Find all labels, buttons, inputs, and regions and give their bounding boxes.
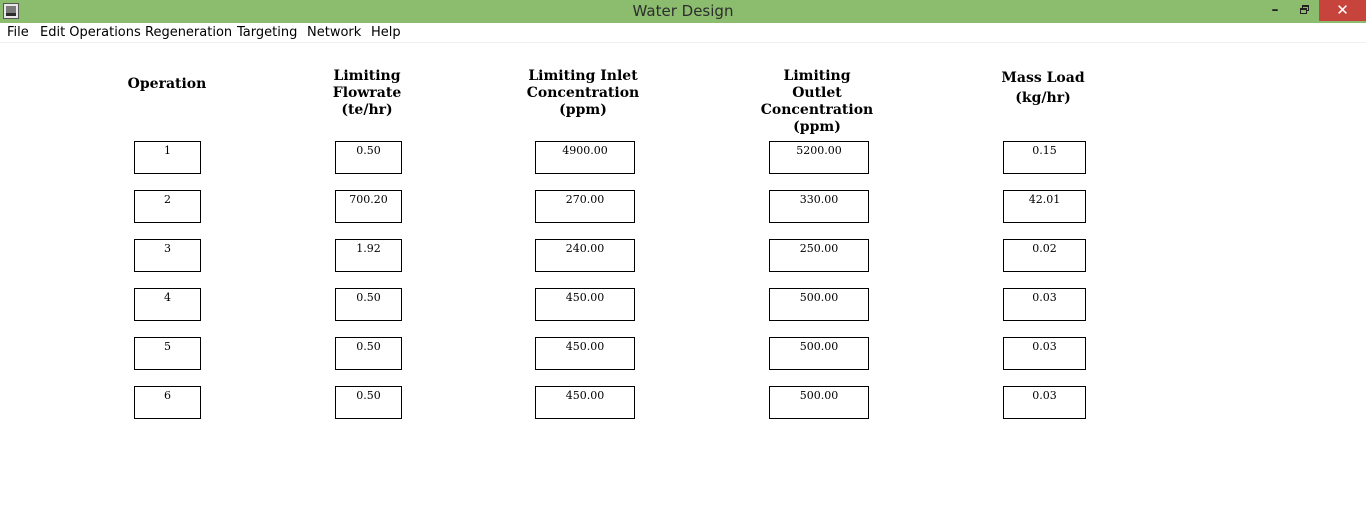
restore-button[interactable] (1291, 0, 1317, 21)
column-header-line: (kg/hr) (1015, 90, 1071, 106)
cell-outlet-concentration[interactable]: 250.00 (769, 239, 869, 272)
cell-operation[interactable]: 4 (134, 288, 201, 321)
column-header-line: (te/hr) (341, 102, 393, 118)
menu-targeting[interactable]: Targeting (237, 23, 297, 42)
column-header-line: Mass Load (1001, 70, 1085, 86)
cell-inlet-concentration[interactable]: 450.00 (535, 337, 635, 370)
cell-limiting-flowrate[interactable]: 0.50 (335, 141, 402, 174)
cell-outlet-concentration[interactable]: 500.00 (769, 288, 869, 321)
menu-bar: File Edit Operations Regeneration Target… (0, 23, 1366, 43)
cell-inlet-concentration[interactable]: 240.00 (535, 239, 635, 272)
column-header-line: Limiting (783, 68, 851, 84)
cell-operation[interactable]: 6 (134, 386, 201, 419)
menu-regeneration[interactable]: Regeneration (145, 23, 232, 42)
column-header-line: Concentration (760, 102, 874, 118)
window-title: Water Design (632, 2, 734, 20)
column-header-line: Flowrate (332, 85, 402, 101)
minimize-button[interactable]: – (1262, 0, 1288, 21)
cell-mass-load[interactable]: 0.02 (1003, 239, 1086, 272)
cell-operation[interactable]: 5 (134, 337, 201, 370)
cell-operation[interactable]: 2 (134, 190, 201, 223)
cell-outlet-concentration[interactable]: 500.00 (769, 337, 869, 370)
cell-inlet-concentration[interactable]: 450.00 (535, 288, 635, 321)
column-header-line: Limiting Inlet (528, 68, 638, 84)
column-header-line: (ppm) (793, 119, 841, 135)
cell-outlet-concentration[interactable]: 500.00 (769, 386, 869, 419)
column-header-limiting-flowrate: Limiting Flowrate (te/hr) (287, 68, 447, 119)
cell-outlet-concentration[interactable]: 5200.00 (769, 141, 869, 174)
column-header-mass-load: Mass Load (kg/hr) (963, 68, 1123, 108)
restore-icon-front (1300, 8, 1307, 14)
cell-limiting-flowrate[interactable]: 0.50 (335, 288, 402, 321)
title-bar[interactable]: Water Design – ✕ (0, 0, 1366, 23)
column-header-line: Outlet (792, 85, 842, 101)
column-header-outlet-concentration: Limiting Outlet Concentration (ppm) (737, 68, 897, 136)
cell-outlet-concentration[interactable]: 330.00 (769, 190, 869, 223)
column-header-operation: Operation (87, 76, 247, 93)
close-button[interactable]: ✕ (1319, 0, 1366, 21)
cell-limiting-flowrate[interactable]: 1.92 (335, 239, 402, 272)
menu-file[interactable]: File (7, 23, 29, 42)
cell-inlet-concentration[interactable]: 270.00 (535, 190, 635, 223)
column-header-line: Concentration (526, 85, 640, 101)
column-header-inlet-concentration: Limiting Inlet Concentration (ppm) (503, 68, 663, 119)
cell-mass-load[interactable]: 0.03 (1003, 288, 1086, 321)
cell-mass-load[interactable]: 0.15 (1003, 141, 1086, 174)
menu-help[interactable]: Help (371, 23, 401, 42)
cell-limiting-flowrate[interactable]: 0.50 (335, 337, 402, 370)
cell-mass-load[interactable]: 0.03 (1003, 386, 1086, 419)
cell-limiting-flowrate[interactable]: 700.20 (335, 190, 402, 223)
column-header-line: Limiting (333, 68, 401, 84)
menu-network[interactable]: Network (307, 23, 361, 42)
cell-operation[interactable]: 3 (134, 239, 201, 272)
cell-limiting-flowrate[interactable]: 0.50 (335, 386, 402, 419)
cell-mass-load[interactable]: 0.03 (1003, 337, 1086, 370)
cell-operation[interactable]: 1 (134, 141, 201, 174)
cell-mass-load[interactable]: 42.01 (1003, 190, 1086, 223)
cell-inlet-concentration[interactable]: 450.00 (535, 386, 635, 419)
water-design-window: Water Design – ✕ File Edit Operations Re… (0, 0, 1366, 508)
column-header-line: Operation (127, 76, 207, 92)
column-header-line: (ppm) (559, 102, 607, 118)
menu-edit-operations[interactable]: Edit Operations (40, 23, 141, 42)
cell-inlet-concentration[interactable]: 4900.00 (535, 141, 635, 174)
